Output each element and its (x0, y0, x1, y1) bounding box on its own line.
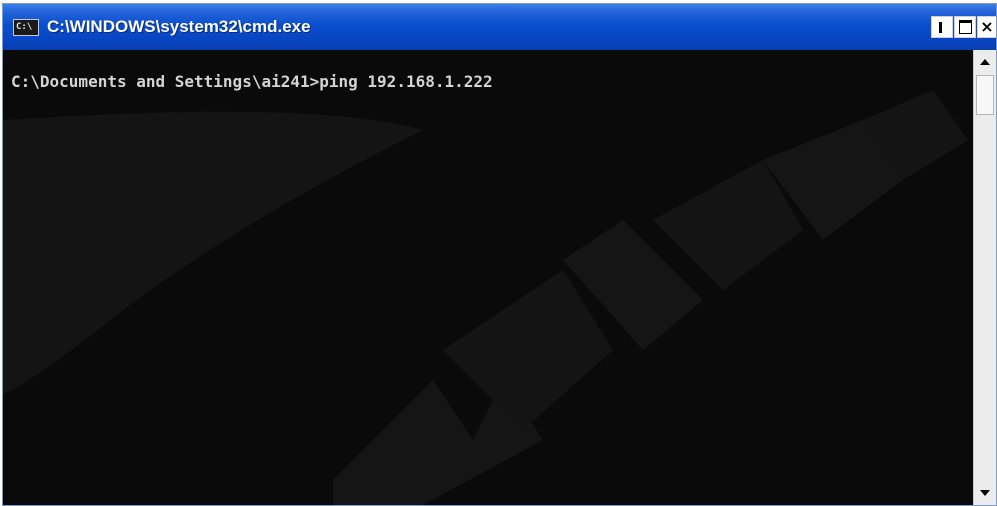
vertical-scrollbar[interactable] (973, 50, 996, 505)
scroll-down-icon (980, 490, 990, 496)
cmd-icon[interactable]: C:\ (13, 19, 39, 36)
console-output[interactable]: C:\Documents and Settings\ai241>ping 192… (3, 50, 973, 505)
cmd-window: C:\ C:\WINDOWS\system32\cmd.exe × C:\Doc… (2, 3, 997, 506)
scroll-up-icon (980, 59, 990, 65)
console-line: C:\Documents and Settings\ai241>ping 192… (11, 72, 493, 91)
scroll-thumb[interactable] (976, 75, 994, 115)
scroll-down-button[interactable] (974, 483, 996, 503)
watermark-graphic (3, 90, 968, 505)
maximize-button[interactable] (954, 16, 976, 38)
maximize-icon (959, 20, 972, 34)
window-title: C:\WINDOWS\system32\cmd.exe (47, 17, 311, 36)
scroll-up-button[interactable] (974, 52, 996, 72)
minimize-icon (939, 22, 942, 33)
close-icon: × (980, 17, 994, 36)
title-bar[interactable]: C:\ C:\WINDOWS\system32\cmd.exe × (3, 4, 996, 50)
close-button[interactable]: × (977, 16, 996, 38)
minimize-button[interactable] (931, 16, 953, 38)
